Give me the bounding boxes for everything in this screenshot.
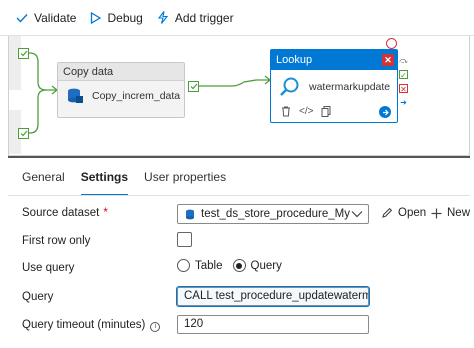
lookup-output-ports: ⤼ ✓ ✕ ➜ [399,56,409,112]
error-indicator-icon [386,38,397,49]
open-label: Open [398,207,427,219]
copy-icon[interactable] [321,105,331,117]
dataset-icon [186,209,194,219]
first-row-only-checkbox[interactable] [177,232,192,247]
query-input[interactable]: CALL test_procedure_updatewaterma... [176,286,370,307]
failure-port-icon[interactable]: ✕ [399,84,408,94]
radio-table[interactable]: Table [177,259,223,272]
lookup-search-icon [280,77,299,96]
success-output-port[interactable] [188,81,199,92]
info-icon[interactable]: i [150,321,161,332]
copy-data-header: Copy data [58,63,184,81]
new-label: New [447,207,471,219]
query-label: Query [22,291,54,303]
tab-user-properties[interactable]: User properties [144,170,226,192]
completion-port-icon[interactable]: ➜ [399,98,408,107]
radio-table-label: Table [195,259,223,272]
lookup-header: Lookup [276,54,313,66]
success-output-port[interactable] [18,128,29,139]
use-query-label: Use query [22,262,75,274]
checkmark-icon [20,130,27,137]
first-row-only-label: First row only [22,235,91,247]
arrow-right-icon[interactable] [379,106,391,118]
source-dataset-label-text: Source dataset [22,207,100,219]
copy-data-activity-name: Copy_increm_data [92,90,181,102]
success-output-port[interactable] [18,48,29,59]
required-marker: * [103,207,108,219]
query-timeout-input[interactable]: 120 [177,315,369,334]
new-dataset-button[interactable]: New [431,207,470,219]
radio-query-label: Query [250,259,282,272]
checkmark-icon [190,83,197,90]
skip-port-icon[interactable]: ⤼ [399,56,408,65]
source-dataset-value: test_ds_store_procedure_MySql [201,208,350,220]
success-port-icon[interactable]: ✓ [399,70,408,80]
radio-query[interactable]: Query [232,259,282,272]
code-icon[interactable]: </> [299,106,313,117]
plus-icon [431,208,442,218]
chevron-down-icon [351,211,363,218]
checkmark-icon [20,50,27,57]
tab-general[interactable]: General [22,170,65,192]
pencil-icon [382,207,393,218]
source-dataset-label: Source dataset * [22,207,108,219]
use-query-radio-group: Table Query [177,259,292,272]
radio-circle [177,259,190,272]
lookup-activity[interactable]: Lookup ✕ watermarkupdate </> [270,49,398,123]
canvas-divider[interactable] [8,156,470,158]
trash-icon[interactable] [281,106,291,117]
delete-activity-icon[interactable]: ✕ [382,54,394,66]
radio-circle-selected [232,259,246,272]
properties-tabs: General Settings User properties [22,170,242,196]
tab-settings[interactable]: Settings [80,170,129,196]
database-icon [68,88,83,103]
source-dataset-dropdown[interactable]: test_ds_store_procedure_MySql [177,204,369,224]
lookup-activity-name: watermarkupdate [309,81,391,93]
copy-data-activity[interactable]: Copy data Copy_increm_data [57,62,185,118]
query-timeout-label: Query timeout (minutes) i [22,319,161,332]
tabs-divider [8,195,470,196]
open-dataset-button[interactable]: Open [381,207,426,219]
query-timeout-label-text: Query timeout (minutes) [22,319,146,331]
